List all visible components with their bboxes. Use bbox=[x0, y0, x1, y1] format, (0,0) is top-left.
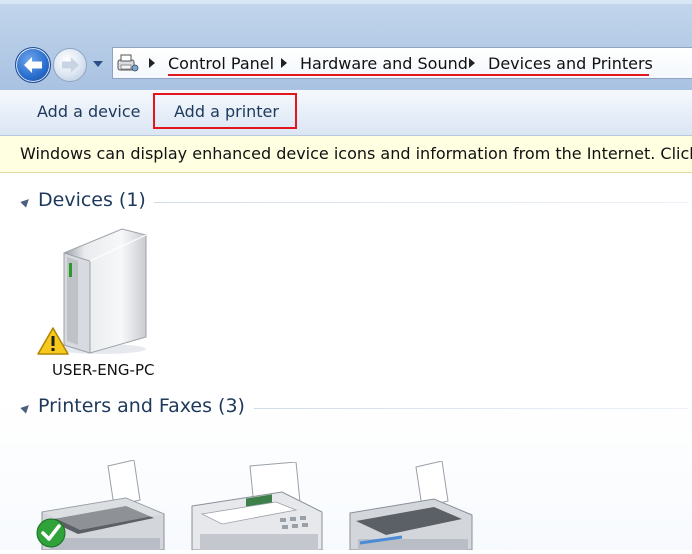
fax-item[interactable] bbox=[186, 461, 326, 551]
window-top-edge bbox=[0, 0, 692, 4]
breadcrumb-control-panel[interactable]: Control Panel bbox=[168, 54, 274, 73]
navigation-bar: Control Panel Hardware and Sound Devices… bbox=[0, 0, 692, 90]
group-divider bbox=[154, 202, 689, 203]
group-title-printers-and-faxes: Printers and Faxes (3) bbox=[38, 395, 245, 417]
breadcrumb-arrow-icon[interactable] bbox=[469, 58, 475, 68]
info-bar[interactable]: Windows can display enhanced device icon… bbox=[0, 136, 692, 173]
printer-item[interactable] bbox=[342, 460, 482, 551]
breadcrumb-arrow-icon[interactable] bbox=[149, 58, 155, 68]
warning-icon bbox=[37, 327, 69, 355]
breadcrumb-devices-and-printers[interactable]: Devices and Printers bbox=[488, 54, 653, 73]
breadcrumb-hardware-and-sound[interactable]: Hardware and Sound bbox=[300, 54, 468, 73]
device-label: USER-ENG-PC bbox=[52, 361, 155, 379]
printer-icon bbox=[349, 460, 473, 551]
group-title-devices: Devices (1) bbox=[38, 189, 146, 211]
add-device-button[interactable]: Add a device bbox=[37, 102, 141, 121]
breadcrumb-highlight-underline bbox=[168, 74, 649, 76]
back-arrow-icon bbox=[24, 57, 42, 73]
back-button[interactable] bbox=[15, 47, 51, 83]
fax-icon bbox=[191, 461, 323, 551]
info-bar-message: Windows can display enhanced device icon… bbox=[20, 144, 692, 163]
group-divider bbox=[254, 408, 689, 409]
devices-content-area: Devices (1) USER-ENG-PC Printers and Fax… bbox=[0, 173, 692, 551]
default-checkmark-icon bbox=[36, 518, 66, 548]
recent-pages-button[interactable] bbox=[93, 60, 103, 68]
chevron-down-icon bbox=[93, 61, 103, 67]
group-header-printers-and-faxes[interactable]: Printers and Faxes (3) bbox=[20, 395, 692, 421]
devices-printers-folder-icon bbox=[117, 54, 139, 72]
collapse-triangle-icon[interactable] bbox=[20, 402, 32, 414]
add-printer-highlight-box bbox=[153, 93, 297, 129]
device-item[interactable]: USER-ENG-PC bbox=[34, 225, 164, 385]
breadcrumb-arrow-icon[interactable] bbox=[281, 58, 287, 68]
forward-arrow-icon bbox=[62, 57, 79, 73]
forward-button[interactable] bbox=[53, 48, 87, 82]
group-header-devices[interactable]: Devices (1) bbox=[20, 189, 692, 215]
command-toolbar: Add a device Add a printer bbox=[0, 90, 692, 136]
printer-item[interactable] bbox=[30, 459, 170, 551]
collapse-triangle-icon[interactable] bbox=[20, 196, 32, 208]
